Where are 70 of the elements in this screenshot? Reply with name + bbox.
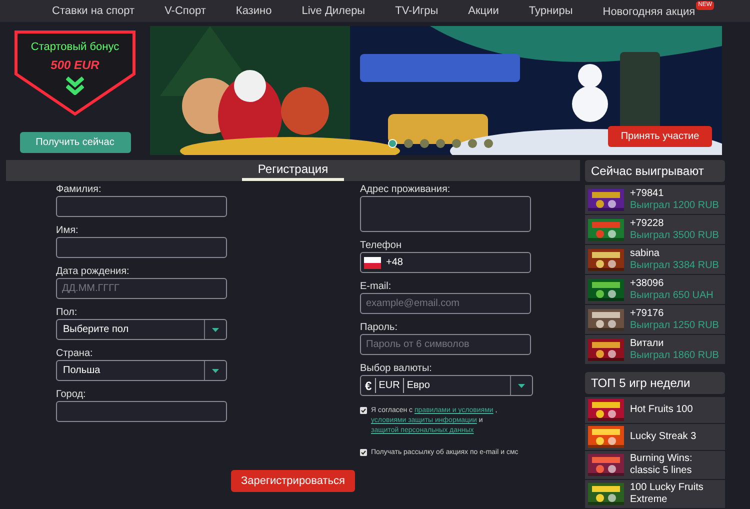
field-label: Дата рождения: [56,265,130,278]
field-label: Пол: [56,306,78,319]
caret-icon [518,384,525,388]
input-field[interactable]: ДД.ММ.ГГГГ [56,278,227,299]
win-amount: Выиграл 1200 RUB [630,200,719,212]
field-label: E-mail: [360,280,392,293]
game-title: Burning Wins: classic 5 lines [630,453,694,477]
winner-row[interactable]: Витали Выиграл 1860 RUB [585,335,725,364]
winner-row[interactable]: +79228 Выиграл 3500 RUB [585,215,725,244]
section-header: Сейчас выигрывают [585,160,725,182]
field-label: Телефон [360,239,402,252]
game-row[interactable]: 100 Lucky Fruits Extreme [585,480,725,508]
field-label: Выбор валюты: [360,362,433,375]
section-header: ТОП 5 игр недели [585,372,725,394]
field-label: Адрес проживания: [360,183,452,196]
game-row[interactable]: Burning Wins: classic 5 lines [585,451,725,479]
field-label: Страна: [56,347,94,360]
winner-row[interactable]: +79841 Выиграл 1200 RUB [585,185,725,214]
nav-link[interactable]: TV-Игры [395,2,438,20]
bonus-title: Стартовый бонус [30,40,120,55]
win-amount: Выиграл 650 UAH [630,290,714,302]
nav-link[interactable]: Казино [236,2,272,20]
field-label: Имя: [56,224,80,237]
game-row[interactable]: Lucky Streak 3 [585,424,725,450]
field-label: Фамилия: [56,183,102,196]
game-row[interactable]: Hot Fruits 100 [585,397,725,423]
text-area[interactable] [360,196,531,232]
input-field[interactable]: example@email.com [360,293,531,314]
nav-link[interactable]: Live Дилеры [302,2,366,20]
input-field[interactable] [56,401,227,422]
registration-tab[interactable]: Регистрация [242,160,344,181]
nav-link[interactable]: V-Спорт [164,2,206,20]
player-name: sabina [630,248,660,260]
field-label: Город: [56,388,87,401]
player-name: Витали [630,338,665,350]
winner-row[interactable]: +79176 Выиграл 1250 RUB [585,305,725,334]
select-field[interactable]: Польша [56,360,227,381]
win-amount: Выиграл 1860 RUB [630,350,719,362]
player-name: +79176 [630,308,665,320]
win-amount: Выиграл 3384 RUB [630,260,719,272]
win-amount: Выиграл 3500 RUB [630,230,719,242]
field-label: Пароль: [360,321,398,334]
game-title: 100 Lucky Fruits Extreme [630,482,704,506]
phone-field[interactable]: +48 [360,252,531,273]
input-field[interactable] [56,196,227,217]
game-title: Lucky Streak 3 [630,431,696,443]
currency-select[interactable]: € EUR Евро [360,375,533,396]
player-name: +38096 [630,278,665,290]
win-amount: Выиграл 1250 RUB [630,320,719,332]
input-field[interactable]: Пароль от 6 символов [360,334,531,355]
player-name: +79841 [630,188,665,200]
chevron-down-icon [66,76,84,95]
join-button[interactable]: Принять участие [608,126,712,147]
select-field[interactable]: Выберите пол [56,319,227,340]
winner-row[interactable]: sabina Выиграл 3384 RUB [585,245,725,274]
bonus-amount: 500 EUR [50,56,100,74]
nav-link[interactable]: Акции [468,2,499,20]
winner-row[interactable]: +38096 Выиграл 650 UAH [585,275,725,304]
nav-link[interactable]: Ставки на спорт [52,2,135,20]
player-name: +79228 [630,218,665,230]
register-button[interactable]: Зарегистрироваться [230,470,355,492]
checkbox[interactable] [360,407,367,414]
flag-icon [364,256,381,268]
caret-icon [212,368,219,372]
game-title: Hot Fruits 100 [630,404,693,416]
nav-link[interactable]: Новогодняя акция [602,4,696,20]
input-field[interactable] [56,237,227,258]
caret-icon [212,328,219,332]
checkbox[interactable] [360,449,367,456]
nav-link[interactable]: Турниры [528,2,573,20]
